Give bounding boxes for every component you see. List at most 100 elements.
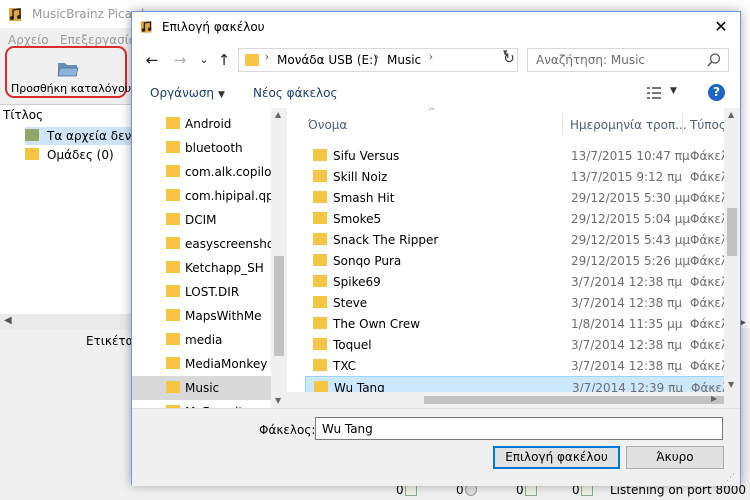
file-list-vertical-scrollbar[interactable]: ▲ ▼: [724, 108, 740, 392]
select-folder-button[interactable]: Επιλογή φακέλου: [493, 446, 620, 469]
file-list-row[interactable]: Sonqo Pura 29/12/2015 5:26 μμ Φάκελ: [305, 250, 740, 271]
tree-item[interactable]: media: [132, 328, 271, 352]
folder-icon: [313, 191, 327, 203]
file-list-row[interactable]: Smoke5 29/12/2015 5:04 μμ Φάκελ: [305, 208, 740, 229]
open-folder-icon: [57, 63, 79, 77]
resize-grip-icon[interactable]: ⋰: [726, 473, 735, 483]
scrollbar-thumb[interactable]: [424, 396, 724, 404]
view-dropdown-caret-icon[interactable]: ▼: [670, 86, 677, 96]
file-date: 13/7/2015 9:12 πμ: [571, 170, 682, 184]
file-list-horizontal-scrollbar[interactable]: ◀ ▶: [286, 392, 740, 408]
recent-locations-chevron-icon[interactable]: ⌄: [194, 50, 214, 70]
file-name: Toquel: [333, 338, 372, 352]
view-options-icon[interactable]: [647, 87, 661, 99]
file-list-row[interactable]: Spike69 3/7/2014 12:38 πμ Φάκελ: [305, 271, 740, 292]
breadcrumb-music[interactable]: Music: [387, 53, 421, 67]
file-date: 29/12/2015 5:30 μμ: [571, 191, 691, 205]
command-bar: Οργάνωση ▼ Νέος φάκελος ▼ ?: [132, 78, 740, 108]
tree-item-label: Android: [185, 117, 232, 131]
column-divider[interactable]: [682, 114, 683, 134]
file-list-row[interactable]: Snack The Ripper 29/12/2015 5:43 μμ Φάκελ: [305, 229, 740, 250]
new-folder-button[interactable]: Νέος φάκελος: [253, 86, 338, 100]
unmatched-files-item[interactable]: Τα αρχεία δεν τα: [25, 127, 150, 145]
file-name: Spike69: [333, 275, 381, 289]
tree-item[interactable]: com.hipipal.qpy: [132, 184, 281, 208]
file-list-row[interactable]: Smash Hit 29/12/2015 5:30 μμ Φάκελ: [305, 187, 740, 208]
dialog-footer: Φάκελος: Επιλογή φακέλου Άκυρο ⋰: [132, 408, 740, 486]
file-list: ^ Όνομα Ημερομηνία τροπ... Τύπος Sifu Ve…: [302, 108, 740, 408]
menu-file[interactable]: Αρχείο: [8, 33, 49, 47]
tree-item[interactable]: Android: [132, 112, 271, 136]
column-header-type[interactable]: Τύπος: [690, 118, 726, 132]
tree-item[interactable]: MyFavorite: [132, 400, 271, 408]
file-date: 3/7/2014 12:38 πμ: [571, 359, 682, 373]
tree-vertical-scrollbar[interactable]: ▲ ▼: [271, 108, 287, 408]
tag-column-label: Ετικέτα: [86, 334, 134, 348]
tree-item[interactable]: Ketchapp_SH: [132, 256, 271, 280]
picard-pane-hscrollbar[interactable]: ◀: [0, 314, 132, 330]
scroll-left-icon[interactable]: ◀: [4, 315, 12, 326]
breadcrumb-separator[interactable]: ›: [429, 52, 433, 63]
address-bar[interactable]: › Μονάδα USB (E:) › Music ›: [238, 48, 518, 72]
file-list-row[interactable]: Toquel 3/7/2014 12:38 πμ Φάκελ: [305, 334, 740, 355]
scroll-up-icon[interactable]: ▲: [275, 110, 281, 119]
tree-item[interactable]: bluetooth: [132, 136, 271, 160]
file-name: Sifu Versus: [333, 149, 400, 163]
folder-icon: [166, 165, 180, 177]
breadcrumb-separator[interactable]: ›: [375, 52, 379, 63]
scroll-up-icon[interactable]: ▲: [728, 110, 734, 119]
forward-arrow-icon[interactable]: →: [170, 50, 190, 70]
folder-field-label: Φάκελος:: [259, 423, 316, 437]
close-icon[interactable]: ✕: [704, 14, 738, 40]
tree-item[interactable]: MapsWithMe: [132, 304, 271, 328]
file-date: 3/7/2014 12:38 πμ: [571, 275, 682, 289]
breadcrumb-separator[interactable]: ›: [265, 52, 269, 63]
scroll-right-icon[interactable]: ▶: [711, 394, 717, 403]
file-date: 3/7/2014 12:38 πμ: [571, 338, 682, 352]
back-arrow-icon[interactable]: ←: [142, 50, 162, 70]
column-header-date[interactable]: Ημερομηνία τροπ...: [570, 118, 687, 132]
tree-item[interactable]: MediaMonkey: [132, 352, 271, 376]
organize-label: Οργάνωση: [150, 86, 215, 100]
file-date: 29/12/2015 5:43 μμ: [571, 233, 691, 247]
scroll-down-icon[interactable]: ▼: [728, 380, 734, 389]
file-type: Φάκελ: [690, 212, 729, 226]
tree-item[interactable]: com.alk.copilot.: [132, 160, 280, 184]
file-list-row[interactable]: Sifu Versus 13/7/2015 10:47 πμ Φάκελ: [305, 145, 740, 166]
tree-item[interactable]: LOST.DIR: [132, 280, 271, 304]
menu-edit[interactable]: Επεξεργασία: [60, 33, 137, 47]
file-name: Smash Hit: [333, 191, 395, 205]
column-header-name[interactable]: Όνομα: [308, 118, 347, 132]
folder-name-input[interactable]: [315, 417, 723, 440]
folder-icon: [166, 141, 180, 153]
scrollbar-thumb[interactable]: [274, 256, 284, 356]
search-box[interactable]: [527, 48, 729, 72]
tree-item-label: MapsWithMe: [185, 309, 262, 323]
tree-item[interactable]: Music: [132, 376, 271, 400]
breadcrumb-drive[interactable]: Μονάδα USB (E:): [277, 53, 378, 67]
sort-ascending-icon: ^: [428, 108, 436, 117]
help-icon[interactable]: ?: [708, 84, 725, 101]
organize-menu-button[interactable]: Οργάνωση ▼: [150, 86, 225, 100]
file-date: 3/7/2014 12:38 πμ: [571, 296, 682, 310]
clusters-item[interactable]: Ομάδες (0): [25, 146, 135, 164]
scrollbar-thumb[interactable]: [727, 208, 737, 256]
column-divider[interactable]: [562, 114, 563, 134]
scroll-down-icon[interactable]: ▼: [275, 396, 281, 405]
column-headers: ^ Όνομα Ημερομηνία τροπ... Τύπος: [302, 108, 740, 134]
tree-item[interactable]: easyscreenshots: [132, 232, 285, 256]
search-input[interactable]: [536, 52, 696, 68]
file-list-row[interactable]: TXC 3/7/2014 12:38 πμ Φάκελ: [305, 355, 740, 376]
file-list-row[interactable]: Steve 3/7/2014 12:38 πμ Φάκελ: [305, 292, 740, 313]
file-type: Φάκελ: [690, 233, 729, 247]
refresh-icon[interactable]: ↻: [500, 50, 518, 68]
tree-item[interactable]: DCIM: [132, 208, 271, 232]
picard-window-title: MusicBrainz Picard: [32, 7, 145, 21]
file-list-row[interactable]: The Own Crew 1/8/2014 11:35 μμ Φάκελ: [305, 313, 740, 334]
add-folder-toolbar-button[interactable]: Προσθήκη καταλόγου: [5, 46, 131, 98]
picard-logo-icon: [9, 8, 21, 21]
up-arrow-icon[interactable]: ↑: [214, 50, 234, 70]
file-name: The Own Crew: [333, 317, 421, 331]
file-list-row[interactable]: Skill Noiz 13/7/2015 9:12 πμ Φάκελ: [305, 166, 740, 187]
cancel-button[interactable]: Άκυρο: [626, 446, 724, 469]
